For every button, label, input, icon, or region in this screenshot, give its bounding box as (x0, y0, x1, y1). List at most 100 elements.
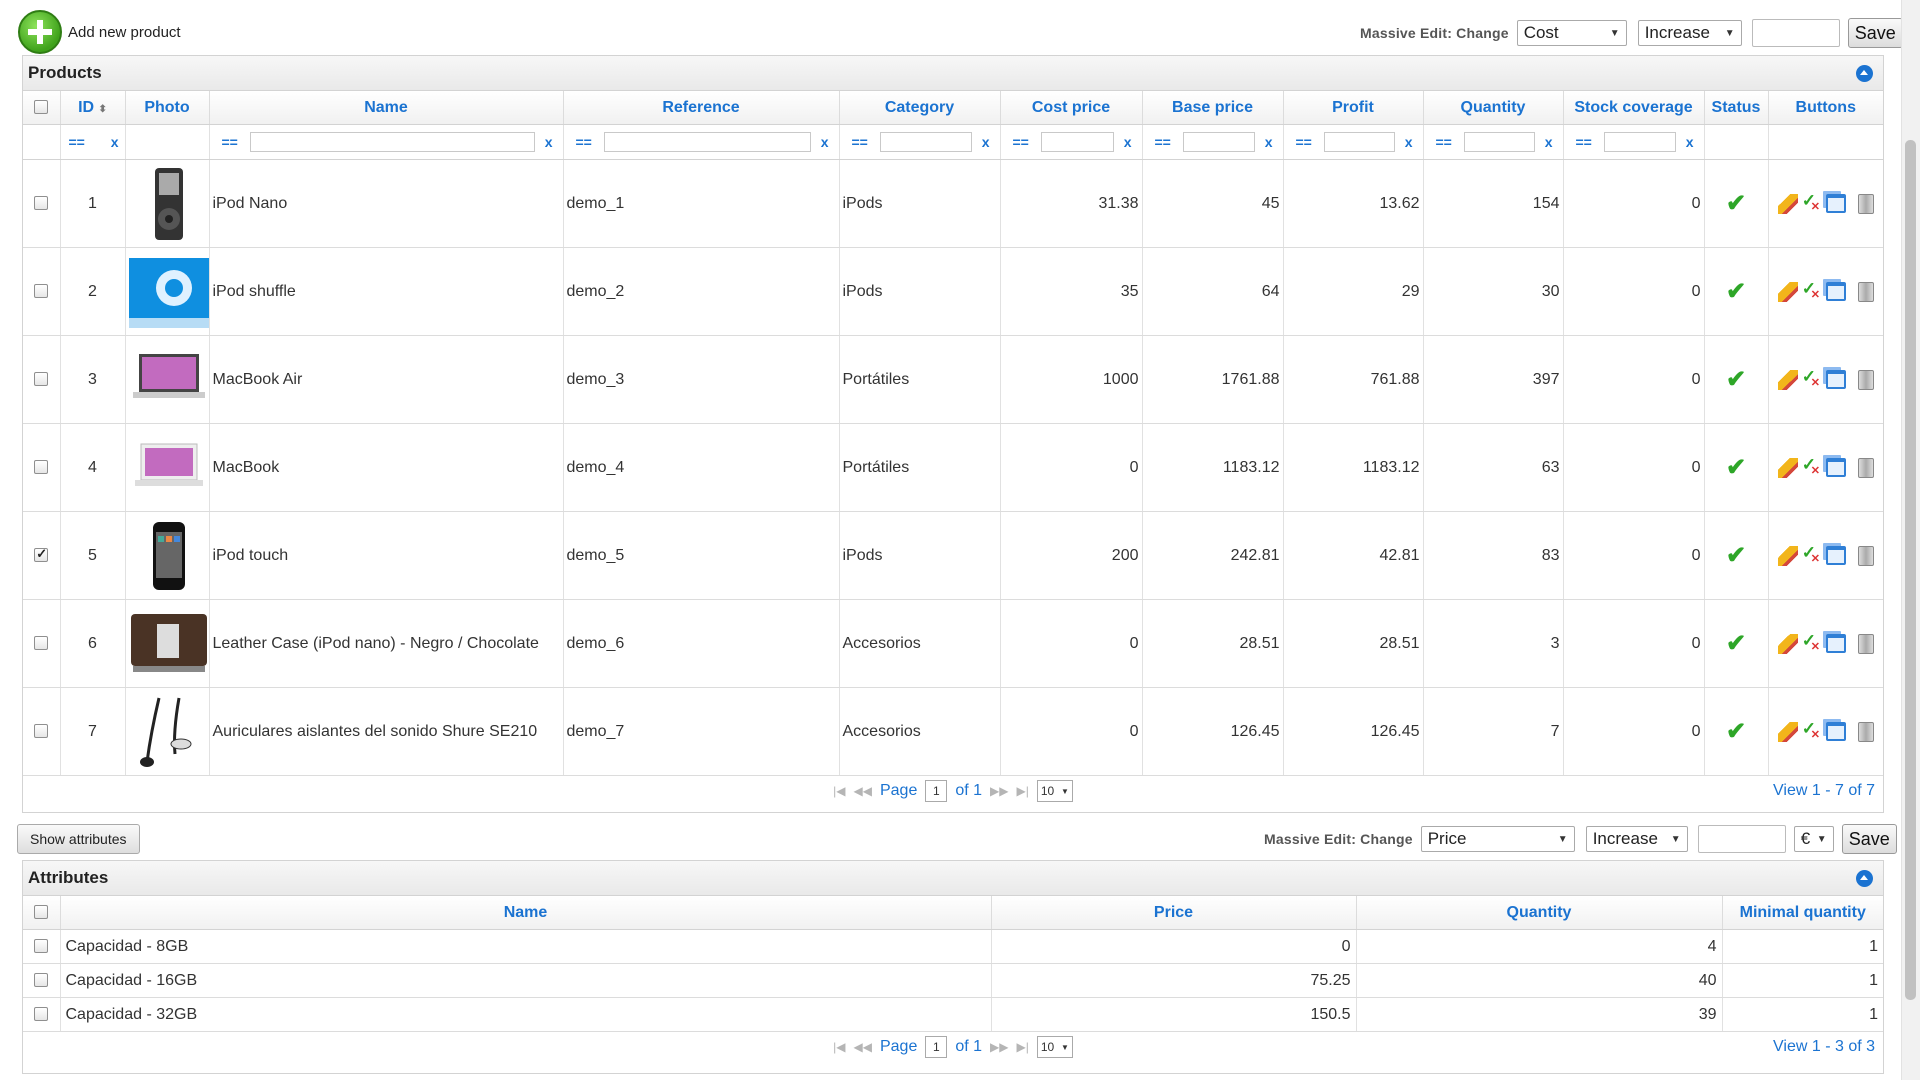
attr-select-all-checkbox[interactable] (34, 905, 49, 920)
table-row[interactable]: 1 iPod Nano demo_1 iPods 31.38 45 13.62 154 0 ✔ (23, 159, 1883, 248)
toggle-status-icon[interactable] (1802, 543, 1822, 566)
filter-coverage-input[interactable] (1603, 132, 1676, 152)
table-row[interactable]: 3 MacBook Air demo_3 Portátiles 1000 1761.88 7… (23, 335, 1883, 424)
table-row[interactable]: 5 iPod touchdemo_5iPods200242.8142.81830 ✔ (23, 511, 1883, 600)
toggle-status-icon[interactable] (1802, 191, 1822, 214)
filter-clear[interactable]: x (821, 134, 829, 150)
filter-clear[interactable]: x (1686, 134, 1694, 150)
toggle-status-icon[interactable] (1802, 719, 1822, 742)
last-page-icon[interactable]: ▶| (1017, 784, 1029, 798)
cell-status[interactable]: ✔ (1704, 335, 1769, 424)
col-status[interactable]: Status (1704, 91, 1769, 125)
edit-icon[interactable] (1777, 457, 1798, 478)
edit-icon[interactable] (1777, 545, 1798, 566)
last-page-icon[interactable]: ▶| (1017, 1040, 1029, 1054)
toggle-status-icon[interactable] (1802, 367, 1822, 390)
window-icon[interactable] (1825, 458, 1846, 477)
page-input[interactable]: 1 (925, 780, 948, 802)
trash-icon[interactable] (1857, 193, 1874, 214)
check-icon[interactable]: ✔ (1726, 190, 1746, 217)
window-icon[interactable] (1825, 546, 1846, 565)
filter-profit-input[interactable] (1323, 132, 1395, 152)
collapse-icon[interactable] (1856, 870, 1873, 887)
check-icon[interactable]: ✔ (1726, 366, 1746, 393)
next-page-icon[interactable]: ▶▶ (990, 784, 1008, 798)
attr-field-select[interactable]: Price ▼ (1420, 826, 1575, 852)
toggle-status-icon[interactable] (1802, 279, 1822, 302)
cell-status[interactable]: ✔ (1704, 599, 1769, 688)
attr-amount-input[interactable] (1697, 825, 1786, 853)
filter-cost-input[interactable] (1040, 132, 1114, 152)
check-icon[interactable]: ✔ (1726, 718, 1746, 745)
attr-col-price[interactable]: Price (991, 896, 1357, 930)
attr-col-quantity[interactable]: Quantity (1356, 896, 1723, 930)
scrollbar-thumb[interactable] (1905, 140, 1916, 1000)
edit-icon[interactable] (1777, 721, 1798, 742)
edit-icon[interactable] (1777, 633, 1798, 654)
col-stock-coverage[interactable]: Stock coverage (1563, 91, 1705, 125)
per-page-select[interactable]: 10 ▼ (1036, 780, 1073, 802)
check-icon[interactable]: ✔ (1726, 542, 1746, 569)
page-input[interactable]: 1 (925, 1036, 948, 1058)
attr-row-checkbox[interactable] (34, 939, 49, 954)
filter-op[interactable]: == (852, 134, 868, 150)
filter-base-input[interactable] (1182, 132, 1255, 152)
col-buttons[interactable]: Buttons (1768, 91, 1883, 125)
attr-row-checkbox[interactable] (34, 973, 49, 988)
filter-op[interactable]: == (1436, 134, 1452, 150)
row-select-cell[interactable] (23, 335, 61, 424)
edit-icon[interactable] (1777, 193, 1798, 214)
filter-clear[interactable]: x (1265, 134, 1273, 150)
first-page-icon[interactable]: |◀ (833, 1040, 845, 1054)
col-name[interactable]: Name (209, 91, 564, 125)
window-icon[interactable] (1825, 370, 1846, 389)
select-all-header[interactable] (23, 91, 61, 125)
filter-op[interactable]: == (1155, 134, 1171, 150)
cell-status[interactable]: ✔ (1704, 687, 1769, 776)
row-checkbox[interactable] (34, 460, 49, 475)
filter-op[interactable]: == (1013, 134, 1029, 150)
filter-name-input[interactable] (249, 132, 535, 152)
attr-save-button[interactable]: Save (1841, 824, 1897, 854)
filter-clear[interactable]: x (1545, 134, 1553, 150)
save-button[interactable]: Save (1847, 18, 1903, 48)
row-select-cell[interactable] (23, 599, 61, 688)
attr-row-select-cell[interactable] (23, 929, 61, 964)
filter-op[interactable]: == (576, 134, 592, 150)
filter-clear[interactable]: x (982, 134, 990, 150)
trash-icon[interactable] (1857, 457, 1874, 478)
edit-icon[interactable] (1777, 281, 1798, 302)
attr-select-all-header[interactable] (23, 896, 61, 930)
next-page-icon[interactable]: ▶▶ (990, 1040, 1008, 1054)
cell-status[interactable]: ✔ (1704, 247, 1769, 336)
filter-op[interactable]: == (222, 134, 238, 150)
window-icon[interactable] (1825, 194, 1846, 213)
trash-icon[interactable] (1857, 281, 1874, 302)
row-select-cell[interactable] (23, 247, 61, 336)
field-select[interactable]: Cost ▼ (1516, 20, 1627, 46)
row-select-cell[interactable] (23, 687, 61, 776)
trash-icon[interactable] (1857, 545, 1874, 566)
table-row[interactable]: 4 MacBook demo_4 Portátiles 0 1183.12 1183.12 6… (23, 423, 1883, 512)
row-checkbox[interactable] (34, 546, 49, 563)
row-select-cell[interactable] (23, 511, 61, 600)
row-checkbox[interactable] (34, 196, 49, 211)
table-row[interactable]: 6 Leather Case (iPod nano) - Negro / Choc… (23, 599, 1883, 688)
filter-op[interactable]: == (1296, 134, 1312, 150)
check-icon[interactable]: ✔ (1726, 630, 1746, 657)
attr-col-min-quantity[interactable]: Minimal quantity (1722, 896, 1883, 930)
col-reference[interactable]: Reference (563, 91, 840, 125)
col-category[interactable]: Category (839, 91, 1001, 125)
attr-row-select-cell[interactable] (23, 963, 61, 998)
row-checkbox[interactable] (34, 636, 49, 651)
add-new-product-button[interactable]: Add new product (18, 10, 181, 54)
filter-op[interactable]: == (69, 134, 85, 150)
attr-row-select-cell[interactable] (23, 997, 61, 1032)
show-attributes-button[interactable]: Show attributes (17, 824, 140, 854)
attr-col-name[interactable]: Name (60, 896, 992, 930)
table-row[interactable]: 7 Auriculares aislantes del sonido Shure … (23, 687, 1883, 776)
filter-clear[interactable]: x (1405, 134, 1413, 150)
attr-operation-select[interactable]: Increase ▼ (1585, 826, 1688, 852)
attr-table-row[interactable]: Capacidad - 32GB 150.5 39 1 (23, 997, 1883, 1032)
filter-quantity-input[interactable] (1463, 132, 1535, 152)
